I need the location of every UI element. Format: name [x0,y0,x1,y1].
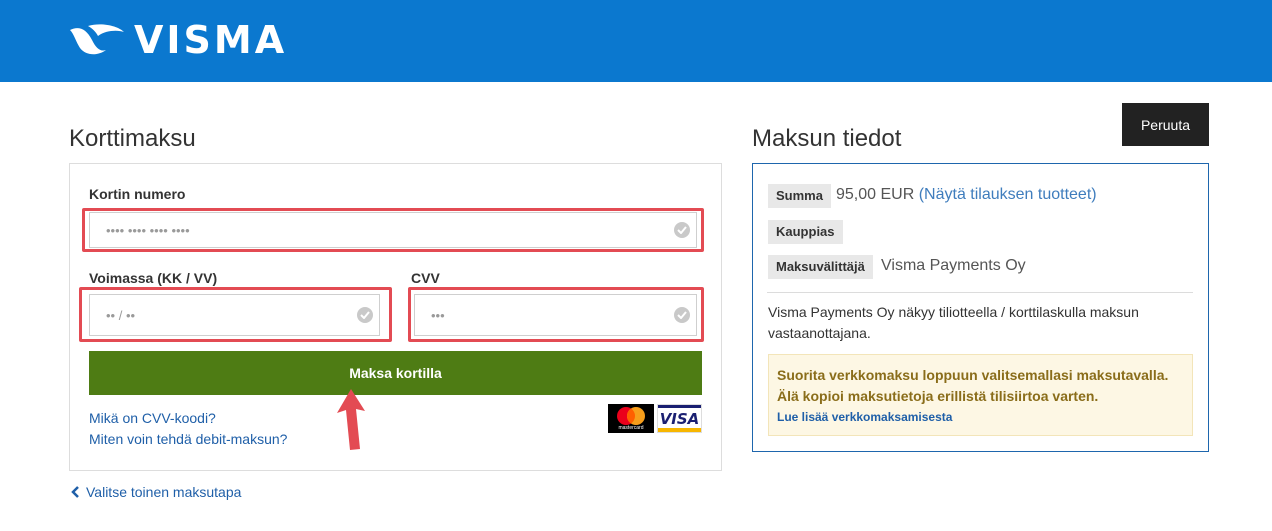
valid-check-icon [674,307,690,323]
back-link-label: Valitse toinen maksutapa [86,484,242,500]
statement-note: Visma Payments Oy näkyy tiliotteella / k… [768,304,1139,341]
valid-check-icon [357,307,373,323]
warning-box: Suorita verkkomaksu loppuun valitsemalla… [768,354,1193,436]
merchant-tag: Kauppias [768,220,843,244]
brand-name: VISMA [134,18,288,62]
choose-other-method-link[interactable]: Valitse toinen maksutapa [70,484,241,500]
expiry-label: Voimassa (KK / VV) [89,270,218,286]
chevron-left-icon [71,486,79,498]
valid-check-icon [674,222,690,238]
visa-logo: VISA [657,404,702,433]
amount-text: 95,00 EUR [836,186,915,203]
mastercard-text: mastercard [618,425,644,431]
cvv-label: CVV [411,270,440,286]
visma-swoosh-icon [70,24,124,55]
mastercard-logo: mastercard [608,404,654,433]
warning-text: Suorita verkkomaksu loppuun valitsemalla… [777,367,1169,404]
divider [767,292,1193,293]
top-bar: VISMA [0,0,1272,82]
expiry-field[interactable] [89,294,380,336]
red-arrow-icon [337,389,365,450]
read-more-link[interactable]: Lue lisää verkkomaksamisesta [777,410,952,424]
visma-logo[interactable]: VISMA [68,20,287,60]
cvv-help-link[interactable]: Mikä on CVV-koodi? [89,410,216,426]
card-number-label: Kortin numero [89,186,186,202]
expiry-input[interactable] [90,295,379,335]
amount-value: 95,00 EUR (Näytä tilauksen tuotteet) [836,186,1097,204]
cvv-input[interactable] [415,295,696,335]
card-number-input[interactable] [90,213,696,247]
payment-details-title: Maksun tiedot [752,125,902,152]
payment-provider-tag: Maksuvälittäjä [768,255,873,279]
amount-tag: Summa [768,184,831,208]
payment-provider-value: Visma Payments Oy [881,257,1026,274]
page-title: Korttimaksu [69,125,196,152]
show-order-items-link[interactable]: (Näytä tilauksen tuotteet) [919,186,1097,203]
cancel-button[interactable]: Peruuta [1122,103,1209,146]
pay-with-card-button[interactable]: Maksa kortilla [89,351,702,395]
card-number-field[interactable] [89,212,697,248]
visa-text: VISA [659,410,700,428]
debit-help-link[interactable]: Miten voin tehdä debit-maksun? [89,431,287,447]
cvv-field[interactable] [414,294,697,336]
